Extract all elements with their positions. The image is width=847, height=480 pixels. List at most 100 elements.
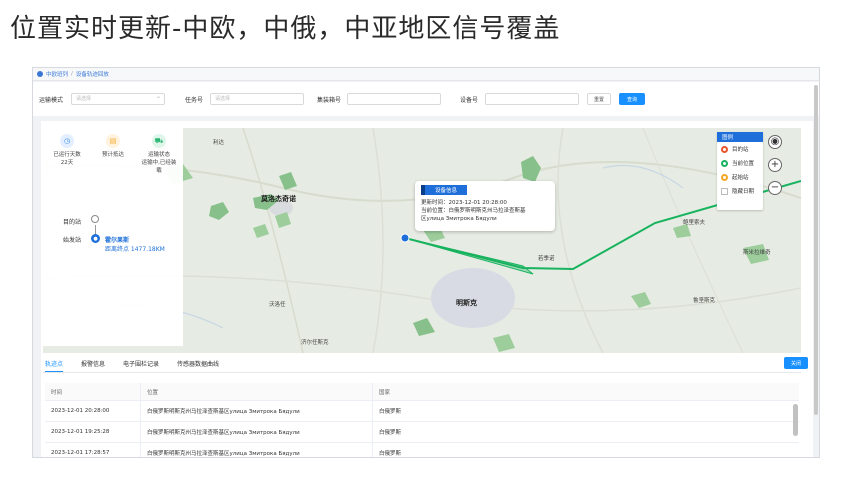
legend-item-origin[interactable]: 起始站 — [717, 170, 763, 184]
page-scrollbar[interactable] — [814, 85, 818, 415]
locate-button[interactable]: ◉ — [768, 135, 782, 149]
legend-item-destination[interactable]: 目的站 — [717, 142, 763, 156]
breadcrumb-separator: / — [71, 71, 73, 77]
task-label: 任务号 — [185, 96, 204, 104]
updated-label: 更新时间： — [421, 200, 449, 206]
city-label: 鲁坚斯克 — [693, 298, 716, 304]
header-time: 时间 — [45, 383, 141, 400]
reset-button[interactable]: 重置 — [587, 93, 611, 105]
tab-alarms[interactable]: 报警信息 — [81, 359, 105, 372]
tooltip-position-2: 区улица Змитрока Бядули — [421, 216, 497, 222]
city-label: 莫洛杰奇诺 — [261, 195, 296, 203]
city-label: 济尔任斯克 — [301, 340, 329, 346]
breadcrumb-current: 设备轨迹回放 — [75, 72, 109, 78]
stat-status-label: 运输状态 — [147, 152, 170, 158]
plus-icon: + — [770, 159, 780, 170]
breadcrumb: 中欧班列 / 设备轨迹回放 — [33, 68, 819, 81]
legend-label: 隐藏日期 — [732, 189, 755, 195]
legend-item-current[interactable]: 当前位置 — [717, 156, 763, 170]
main-content: 莫洛杰奇诺 明斯克 若季诺 鲍里索夫 斯米拉维奇 鲁坚斯克 沃洛任 济尔任斯克 … — [41, 121, 813, 457]
legend-title: 图例 — [717, 132, 763, 142]
city-label: 利达 — [213, 140, 225, 146]
cell-time: 2023-12-01 20:28:00 — [45, 401, 141, 421]
tooltip-position: 当前位置：白俄罗斯明斯克州马拉泽查斯基 — [421, 207, 549, 215]
city-label: 沃洛任 — [269, 302, 286, 308]
city-label: 若季诺 — [538, 256, 555, 262]
origin-label: 始发站 — [63, 237, 82, 244]
breadcrumb-home[interactable]: 中欧班列 — [46, 70, 68, 78]
stat-status: ⛟ 运输状态 运输中,已经装载 — [139, 134, 179, 174]
cell-country: 白俄罗斯 — [379, 430, 402, 436]
legend-label: 起始站 — [732, 175, 749, 181]
map-legend: 图例 目的站 当前位置 起始站 隐藏日期 — [717, 132, 763, 210]
mode-label: 运输模式 — [39, 96, 64, 104]
cell-time: 2023-12-01 19:25:28 — [45, 422, 141, 442]
shipment-info-panel: ◷ 已运行天数 22天 ▤ 预计抵达 ⛟ 运输状态 运输中,已经装载 目的站 始… — [43, 128, 183, 346]
origin-name: 霍尔果斯 — [105, 237, 130, 244]
city-label: 鲍里索夫 — [683, 220, 706, 226]
close-button[interactable]: 关闭 — [784, 357, 808, 369]
dest-label: 目的站 — [63, 219, 82, 226]
stat-eta: ▤ 预计抵达 — [93, 134, 133, 158]
cell-country: 白俄罗斯 — [379, 409, 402, 415]
header-country: 国家 — [379, 389, 391, 396]
origin-marker-icon: ● — [91, 234, 100, 243]
app-window: 中欧班列 / 设备轨迹回放 运输模式 请选择 任务号 请选择 集装箱号 设备号 … — [32, 67, 820, 458]
eye-icon: ◉ — [770, 136, 780, 147]
stat-status-value: 运输中,已经装载 — [141, 160, 177, 174]
truck-icon: ⛟ — [152, 134, 166, 148]
tab-sensor-curve[interactable]: 传感器数据曲线 — [177, 359, 219, 372]
cell-time: 2023-12-01 17:28:57 — [45, 443, 141, 457]
detail-tabs: 轨迹点 报警信息 电子围栏记录 传感器数据曲线 — [43, 359, 801, 373]
destination-dot-icon — [721, 145, 728, 153]
container-input[interactable] — [347, 93, 441, 105]
zoom-in-button[interactable]: + — [768, 158, 782, 172]
hide-date-checkbox[interactable] — [721, 187, 728, 195]
calendar-icon: ▤ — [106, 134, 120, 148]
page-headline: 位置实时更新-中欧，中俄，中亚地区信号覆盖 — [10, 14, 561, 44]
cell-location: 白俄罗斯明斯克州马拉泽查斯基区улица Змитрока Бядули — [141, 422, 373, 442]
device-label: 设备号 — [460, 96, 479, 104]
zoom-out-button[interactable]: − — [768, 181, 782, 195]
table-row[interactable]: 2023-12-01 19:25:28 白俄罗斯明斯克州马拉泽查斯基区улица… — [45, 422, 799, 443]
stat-days: ◷ 已运行天数 22天 — [47, 134, 87, 166]
header-location: 位置 — [141, 383, 373, 400]
position-label: 当前位置： — [421, 208, 449, 214]
cell-country: 白俄罗斯 — [379, 451, 402, 457]
table-row[interactable]: 2023-12-01 20:28:00 白俄罗斯明斯克州马拉泽查斯基区улица… — [45, 401, 799, 422]
mode-select[interactable]: 请选择 — [71, 92, 165, 105]
tab-track-points[interactable]: 轨迹点 — [45, 359, 64, 372]
track-table: 时间 位置 国家 2023-12-01 20:28:00 白俄罗斯明斯克州马拉泽… — [45, 383, 799, 457]
origin-distance: 距离终点 1477.18KM — [105, 246, 165, 253]
city-label: 明斯克 — [456, 299, 477, 307]
legend-label: 目的站 — [732, 147, 749, 153]
legend-label: 当前位置 — [732, 161, 755, 167]
stat-days-label: 已运行天数 — [53, 152, 81, 158]
device-input[interactable] — [485, 93, 579, 105]
minus-icon: − — [770, 182, 780, 193]
table-row[interactable]: 2023-12-01 17:28:57 白俄罗斯明斯克州马拉泽查斯基区улица… — [45, 443, 799, 457]
legend-item-hide-date[interactable]: 隐藏日期 — [717, 184, 763, 198]
stat-days-value: 22天 — [60, 160, 74, 166]
tooltip-updated: 更新时间：2023-12-01 20:28:00 — [421, 199, 549, 207]
search-bar: 运输模式 请选择 任务号 请选择 集装箱号 设备号 重置 查询 — [33, 82, 819, 116]
cell-location: 白俄罗斯明斯克州马拉泽查斯基区улица Змитрока Бядули — [141, 401, 373, 421]
position-value: 白俄罗斯明斯克州马拉泽查斯基 — [448, 208, 526, 214]
city-label: 斯米拉维奇 — [743, 250, 771, 256]
stat-eta-label: 预计抵达 — [101, 152, 124, 158]
table-header: 时间 位置 国家 — [45, 383, 799, 401]
task-input[interactable]: 请选择 — [210, 93, 304, 105]
device-info-tooltip: 设备信息 更新时间：2023-12-01 20:28:00 当前位置：白俄罗斯明… — [415, 181, 555, 231]
cell-location: 白俄罗斯明斯克州马拉泽查斯基区улица Змитрока Бядули — [141, 443, 373, 457]
destination-marker — [91, 215, 99, 223]
current-dot-icon — [721, 159, 728, 167]
container-label: 集装箱号 — [317, 96, 342, 104]
updated-value: 2023-12-01 20:28:00 — [448, 200, 507, 206]
home-icon — [37, 71, 43, 77]
query-button[interactable]: 查询 — [619, 93, 645, 105]
origin-dot-icon — [721, 173, 728, 181]
tooltip-title: 设备信息 — [421, 185, 468, 195]
table-scrollbar[interactable] — [793, 404, 798, 436]
clock-icon: ◷ — [60, 134, 74, 148]
tab-geofence[interactable]: 电子围栏记录 — [123, 359, 159, 372]
